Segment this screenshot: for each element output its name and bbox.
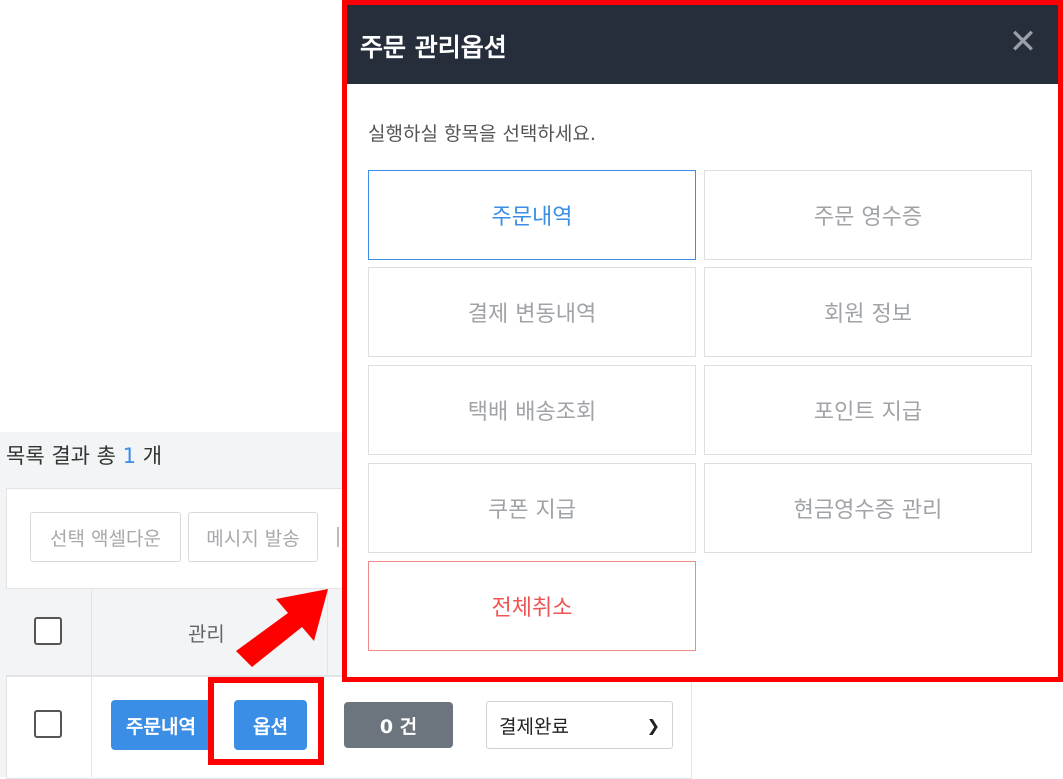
option-label: 주문내역: [491, 205, 573, 230]
option-cash-receipt[interactable]: 현금영수증 관리: [704, 463, 1032, 553]
status-select[interactable]: 결제완료 ❯: [486, 701, 673, 749]
row-checkbox[interactable]: [34, 710, 62, 738]
highlight-box: [208, 677, 324, 765]
summary-suffix: 개: [142, 444, 163, 468]
send-message-button[interactable]: 메시지 발송: [188, 512, 318, 562]
order-options-modal: 주문 관리옵션 ✕ 실행하실 항목을 선택하세요. 주문내역 주문 영수증 결제…: [342, 0, 1063, 682]
option-label: 주문 영수증: [813, 205, 923, 230]
option-label: 결제 변동내역: [467, 302, 597, 327]
close-icon[interactable]: ✕: [1000, 19, 1046, 65]
option-label: 현금영수증 관리: [793, 498, 943, 523]
header-manage: 관리: [188, 622, 225, 646]
option-payment-history[interactable]: 결제 변동내역: [368, 267, 696, 357]
option-label: 회원 정보: [824, 302, 912, 327]
modal-header: 주문 관리옵션 ✕: [347, 5, 1058, 84]
count-badge-label: 0 건: [379, 715, 418, 738]
order-detail-button[interactable]: 주문내역: [111, 700, 211, 750]
option-point-grant[interactable]: 포인트 지급: [704, 365, 1032, 455]
option-delivery-tracking[interactable]: 택배 배송조회: [368, 365, 696, 455]
arrow-icon: [236, 589, 328, 667]
option-label: 쿠폰 지급: [488, 498, 576, 523]
status-select-value: 결제완료: [499, 715, 569, 738]
modal-title: 주문 관리옵션: [360, 33, 507, 62]
select-all-checkbox[interactable]: [34, 617, 62, 645]
option-cancel-all[interactable]: 전체취소: [368, 561, 696, 651]
option-label: 포인트 지급: [813, 400, 923, 425]
option-label: 택배 배송조회: [467, 400, 597, 425]
summary-prefix: 목록 결과 총: [6, 444, 116, 468]
count-badge: 0 건: [344, 702, 453, 748]
option-coupon-grant[interactable]: 쿠폰 지급: [368, 463, 696, 553]
column-divider: [91, 588, 92, 777]
chevron-down-icon: ❯: [646, 715, 660, 735]
option-label: 전체취소: [491, 596, 573, 621]
toolbar-separator: [337, 527, 339, 547]
excel-download-button[interactable]: 선택 액셀다운: [30, 512, 181, 562]
summary-count: 1: [122, 444, 137, 468]
option-order-receipt[interactable]: 주문 영수증: [704, 170, 1032, 260]
option-order-detail[interactable]: 주문내역: [368, 170, 696, 260]
modal-description: 실행하실 항목을 선택하세요.: [368, 123, 596, 145]
option-member-info[interactable]: 회원 정보: [704, 267, 1032, 357]
list-summary: 목록 결과 총 1 개: [6, 440, 162, 470]
